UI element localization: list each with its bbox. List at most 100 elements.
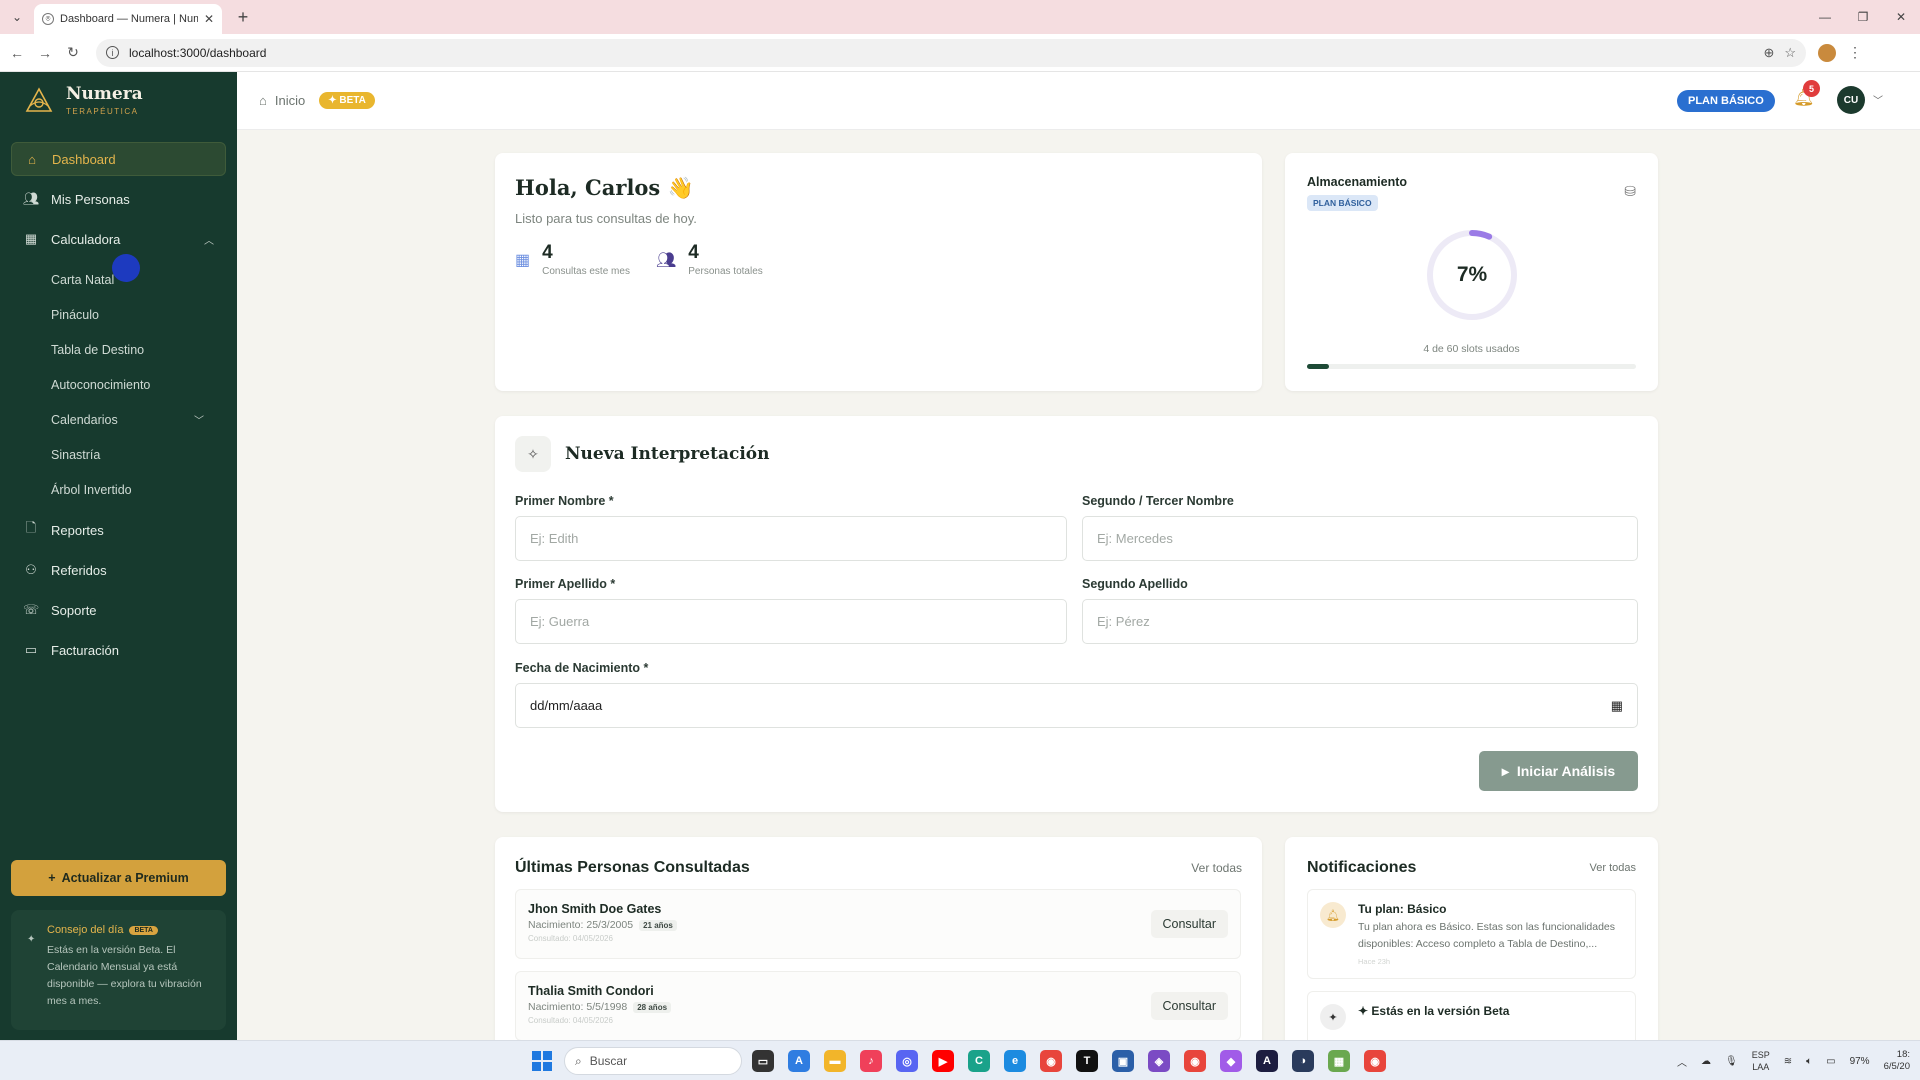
new-tab-button[interactable]: +	[228, 7, 258, 28]
taskbar-apps: ▭ A ▬ ♪ ◎ ▶ C e ◉ T ▣ ◈ ◉ ◆ A ◑ ▦ ◉	[752, 1050, 1386, 1072]
edge-icon[interactable]: e	[1004, 1050, 1026, 1072]
referral-icon: ⚇	[25, 562, 37, 577]
language-indicator[interactable]: ESP LAA	[1752, 1049, 1770, 1073]
start-analysis-button[interactable]: ▸ Iniciar Análisis	[1479, 751, 1638, 791]
app-icon[interactable]: ◈	[1148, 1050, 1170, 1072]
sidebar-subitem-sinastria[interactable]: Sinastría	[11, 437, 226, 472]
notification-title: Tu plan: Básico	[1358, 902, 1447, 916]
sidebar-item-referidos[interactable]: ⚇ Referidos	[11, 553, 226, 587]
sidebar-subitem-tabla-destino[interactable]: Tabla de Destino	[11, 332, 226, 367]
tab-close-icon[interactable]: ✕	[204, 12, 214, 26]
sidebar-item-facturacion[interactable]: ▭ Facturación	[11, 633, 226, 667]
sidebar-subitem-pinaculo[interactable]: Pináculo	[11, 297, 226, 332]
birth-date-input[interactable]: dd/mm/aaaa ▦	[515, 683, 1638, 728]
sidebar-subitem-calendarios[interactable]: Calendarios ﹀	[11, 402, 226, 437]
sidebar-subitem-arbol-invertido[interactable]: Árbol Invertido	[11, 472, 226, 507]
storage-progress-bar	[1307, 364, 1636, 369]
app-icon[interactable]: ◑	[1292, 1050, 1314, 1072]
view-all-link[interactable]: Ver todas	[1590, 862, 1636, 874]
site-info-icon[interactable]: i	[106, 46, 119, 59]
age-badge: 21 años	[639, 919, 677, 931]
folder-icon[interactable]: ▬	[824, 1050, 846, 1072]
app-icon[interactable]: ▦	[1328, 1050, 1350, 1072]
forward-icon[interactable]: →	[34, 45, 56, 61]
url-input[interactable]: i localhost:3000/dashboard ⊕ ☆	[96, 38, 1806, 67]
sparkle-icon: ✧	[515, 436, 551, 472]
tab-list-button[interactable]: ⌄	[0, 0, 34, 34]
file-icon: 🗋︎	[25, 520, 37, 535]
list-item: Thalia Smith Condori Nacimiento: 5/5/199…	[515, 971, 1241, 1041]
chrome-icon[interactable]: ◉	[1184, 1050, 1206, 1072]
battery-icon[interactable]: ▭	[1826, 1056, 1835, 1067]
app-icon[interactable]: ▣	[1112, 1050, 1134, 1072]
notification-item[interactable]: 🔔︎ Tu plan: Básico Tu plan ahora es Bási…	[1307, 889, 1636, 979]
browser-menu-icon[interactable]: ⋮	[1848, 44, 1862, 61]
new-interpretation-form: ✧ Nueva Interpretación Primer Nombre * E…	[495, 416, 1658, 812]
taskbar-search[interactable]: ⌕ Buscar	[564, 1047, 742, 1075]
browser-tab-bar: ⌄ ⌾ Dashboard — Numera | Numer ✕ + — ❐ ✕	[0, 0, 1920, 34]
home-icon: ⌂	[28, 151, 36, 167]
zoom-icon[interactable]: ⊕	[1763, 45, 1774, 61]
app-icon[interactable]: ◆	[1220, 1050, 1242, 1072]
chrome-icon[interactable]: ◉	[1040, 1050, 1062, 1072]
chevron-up-icon[interactable]: ︿	[1677, 1054, 1687, 1069]
sidebar-subitem-autoconocimiento[interactable]: Autoconocimiento	[11, 367, 226, 402]
sidebar-item-mis-personas[interactable]: 👥︎ Mis Personas	[11, 182, 226, 216]
stat-consultas: ▦ 4 Consultas este mes	[515, 242, 630, 277]
restore-button[interactable]: ❐	[1844, 0, 1882, 34]
sidebar-item-label: Soporte	[51, 602, 97, 618]
second-last-name-input[interactable]: Ej: Pérez	[1082, 599, 1638, 644]
task-view-icon[interactable]: ▭	[752, 1050, 774, 1072]
wifi-icon[interactable]: ≋	[1784, 1056, 1792, 1067]
chrome-icon[interactable]: ◉	[1364, 1050, 1386, 1072]
breadcrumb-inicio[interactable]: Inicio	[275, 93, 305, 108]
brand[interactable]: Numera TERAPÉUTICA	[0, 72, 237, 130]
youtube-icon[interactable]: ▶	[932, 1050, 954, 1072]
calendar-icon[interactable]: ▦	[1611, 698, 1623, 714]
clock[interactable]: 18: 6/5/20	[1884, 1049, 1910, 1073]
middle-name-input[interactable]: Ej: Mercedes	[1082, 516, 1638, 561]
consult-button[interactable]: Consultar	[1150, 992, 1228, 1020]
upgrade-premium-button[interactable]: + Actualizar a Premium	[11, 860, 226, 896]
upgrade-label: Actualizar a Premium	[61, 871, 189, 885]
windows-start-icon[interactable]	[532, 1051, 552, 1071]
breadcrumb: ⌂ Inicio ✦ BETA	[259, 92, 375, 109]
notifications-title: Notificaciones	[1307, 859, 1417, 876]
copilot-icon[interactable]: C	[968, 1050, 990, 1072]
browser-profile-avatar[interactable]	[1818, 43, 1836, 62]
list-item: Jhon Smith Doe Gates Nacimiento: 25/3/20…	[515, 889, 1241, 959]
sidebar-item-label: Calculadora	[51, 231, 121, 247]
notification-time: Hace 23h	[1358, 957, 1391, 966]
minimize-button[interactable]: —	[1806, 0, 1844, 34]
volume-icon[interactable]: 🔈︎	[1806, 1056, 1812, 1067]
sidebar-item-soporte[interactable]: ☏ Soporte	[11, 593, 226, 627]
sidebar-item-calculadora[interactable]: ▦ Calculadora ︿	[11, 222, 226, 256]
store-icon[interactable]: A	[788, 1050, 810, 1072]
chevron-down-icon[interactable]: ﹀	[1873, 92, 1883, 107]
mic-icon[interactable]: 🎙︎	[1725, 1056, 1738, 1067]
reload-icon[interactable]: ↻	[62, 44, 84, 61]
beta-badge: ✦ BETA	[319, 92, 375, 109]
avatar[interactable]: CU	[1837, 86, 1865, 114]
music-icon[interactable]: ♪	[860, 1050, 882, 1072]
browser-tab[interactable]: ⌾ Dashboard — Numera | Numer ✕	[34, 4, 222, 34]
consult-button[interactable]: Consultar	[1150, 910, 1228, 938]
bookmark-star-icon[interactable]: ☆	[1784, 45, 1796, 61]
sidebar-item-dashboard[interactable]: ⌂ Dashboard	[11, 142, 226, 176]
app-icon[interactable]: A	[1256, 1050, 1278, 1072]
plan-badge[interactable]: PLAN BÁSICO	[1677, 90, 1775, 112]
cloud-icon[interactable]: ☁	[1701, 1056, 1711, 1067]
terminal-icon[interactable]: T	[1076, 1050, 1098, 1072]
subitem-label: Carta Natal	[51, 272, 115, 287]
stat-value: 4	[688, 242, 699, 263]
discord-icon[interactable]: ◎	[896, 1050, 918, 1072]
close-window-button[interactable]: ✕	[1882, 0, 1920, 34]
last-name-input[interactable]: Ej: Guerra	[515, 599, 1067, 644]
sidebar-item-label: Facturación	[51, 642, 119, 658]
sidebar-item-reportes[interactable]: 🗋︎ Reportes	[11, 513, 226, 547]
sidebar-nav: ⌂ Dashboard 👥︎ Mis Personas ▦ Calculador…	[0, 142, 237, 667]
view-all-link[interactable]: Ver todas	[1191, 861, 1242, 875]
first-name-input[interactable]: Ej: Edith	[515, 516, 1067, 561]
clock-date: 6/5/20	[1883, 1061, 1910, 1072]
back-icon[interactable]: ←	[6, 45, 28, 61]
